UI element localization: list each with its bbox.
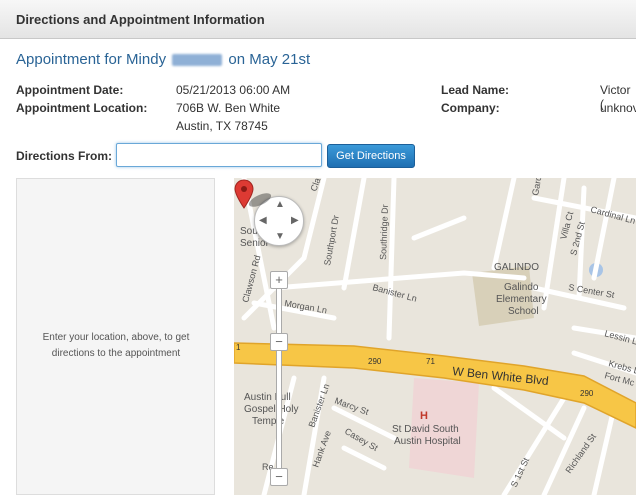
label-hwy-290-left: 290	[368, 357, 382, 366]
label-austin-full-1: Austin Full	[244, 392, 291, 403]
pan-right-icon[interactable]: ▶	[291, 216, 299, 226]
appointment-date-label: Appointment Date:	[16, 83, 124, 97]
label-galindo-school-1: Galindo	[504, 282, 539, 293]
map-view[interactable]: South Austin Senior Claw Clawson Rd Sout…	[234, 178, 636, 495]
heading-prefix: Appointment for Mindy	[16, 51, 167, 68]
lead-name-label: Lead Name:	[441, 83, 510, 97]
label-st-david-2: Austin Hospital	[394, 436, 461, 447]
zoom-in-button[interactable]: +	[270, 271, 288, 289]
directions-panel: Enter your location, above, to get direc…	[16, 178, 215, 495]
label-hwy-71: 71	[426, 357, 435, 366]
zoom-slider-track[interactable]	[276, 278, 282, 480]
label-galindo-school-2: Elementary	[496, 294, 547, 305]
directions-placeholder-text: Enter your location, above, to get direc…	[42, 332, 190, 359]
directions-from-label: Directions From:	[16, 149, 113, 163]
appointment-heading: Appointment for Mindy on May 21st	[16, 51, 310, 68]
label-st-david-1: St David South	[392, 424, 459, 435]
pan-up-icon[interactable]: ▲	[275, 200, 285, 210]
label-southridge-dr: Southridge Dr	[378, 204, 390, 260]
label-austin-full-2: Gospel Holy	[244, 404, 298, 415]
label-galindo-school-3: School	[508, 306, 539, 317]
dialog-title: Directions and Appointment Information	[16, 12, 265, 27]
redacted-name	[172, 54, 223, 67]
directions-from-input[interactable]	[116, 143, 322, 167]
heading-suffix: on May 21st	[228, 51, 311, 68]
appointment-date-value: 05/21/2013 06:00 AM	[176, 83, 291, 97]
dialog-titlebar: Directions and Appointment Information	[0, 0, 636, 39]
label-hospital-h: H	[420, 410, 428, 422]
address-line-2: Austin, TX 78745	[176, 119, 268, 133]
label-hwy-290-right: 290	[580, 389, 594, 398]
get-directions-button[interactable]: Get Directions	[327, 144, 415, 168]
address-line-1: 706B W. Ben White	[176, 101, 281, 115]
appointment-location-label: Appointment Location:	[16, 101, 148, 115]
company-label: Company:	[441, 101, 500, 115]
zoom-slider-handle[interactable]: −	[270, 333, 288, 351]
location-marker-icon[interactable]	[234, 178, 274, 218]
pan-down-icon[interactable]: ▼	[275, 232, 285, 242]
company-value: unknov	[600, 101, 636, 115]
zoom-out-button[interactable]: −	[270, 468, 288, 486]
label-hwy-1: 1	[236, 343, 241, 352]
label-galindo: GALINDO	[494, 262, 539, 273]
